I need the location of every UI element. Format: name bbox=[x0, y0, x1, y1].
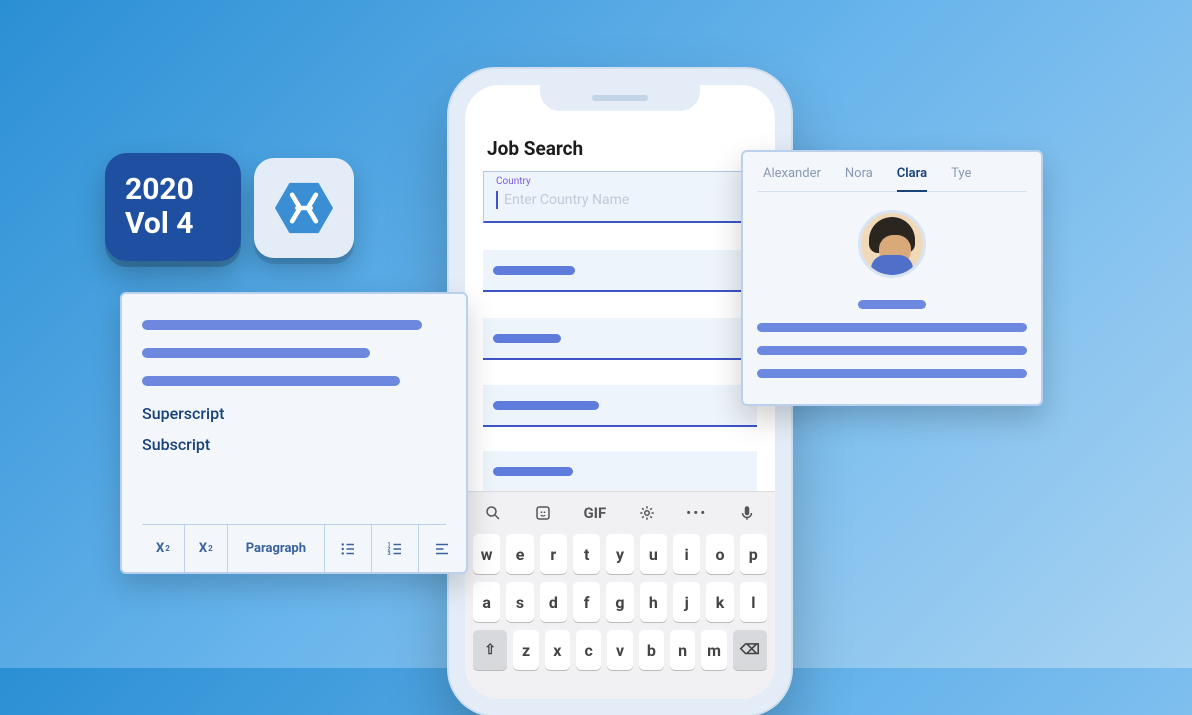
key-f[interactable]: f bbox=[573, 582, 600, 622]
editor-item-superscript[interactable]: Superscript bbox=[142, 404, 446, 423]
key-d[interactable]: d bbox=[540, 582, 567, 622]
badge-year: 2020 bbox=[125, 173, 241, 208]
placeholder-line bbox=[757, 346, 1027, 355]
placeholder-line bbox=[757, 369, 1027, 378]
mic-icon[interactable] bbox=[737, 504, 757, 522]
country-placeholder: Enter Country Name bbox=[496, 191, 748, 209]
key-u[interactable]: u bbox=[640, 534, 667, 574]
superscript-button[interactable]: X2 bbox=[185, 525, 228, 572]
bullet-list-icon[interactable] bbox=[325, 525, 372, 572]
tab-clara[interactable]: Clara bbox=[897, 166, 927, 192]
key-b[interactable]: b bbox=[639, 630, 664, 670]
phone-screen: Job Search Country Enter Country Name GI… bbox=[465, 85, 775, 699]
placeholder-line bbox=[142, 376, 400, 386]
key-w[interactable]: w bbox=[473, 534, 500, 574]
xamarin-icon bbox=[271, 175, 337, 241]
key-r[interactable]: r bbox=[540, 534, 567, 574]
editor-item-subscript[interactable]: Subscript bbox=[142, 435, 446, 454]
tab-nora[interactable]: Nora bbox=[845, 166, 873, 181]
key-n[interactable]: n bbox=[670, 630, 695, 670]
phone-notch bbox=[540, 85, 700, 111]
tabs-card: Alexander Nora Clara Tye bbox=[741, 150, 1043, 406]
key-s[interactable]: s bbox=[506, 582, 533, 622]
editor-card: Superscript Subscript X2 X2 Paragraph 12… bbox=[120, 292, 468, 574]
tab-tye[interactable]: Tye bbox=[951, 166, 971, 181]
key-i[interactable]: i bbox=[673, 534, 700, 574]
align-left-icon[interactable] bbox=[419, 525, 465, 572]
tab-bar: Alexander Nora Clara Tye bbox=[757, 160, 1027, 192]
phone-frame: Job Search Country Enter Country Name GI… bbox=[449, 69, 791, 715]
key-l[interactable]: l bbox=[740, 582, 767, 622]
key-k[interactable]: k bbox=[706, 582, 733, 622]
keyboard-toolbar: GIF ••• bbox=[465, 492, 775, 534]
xamarin-icon-tile bbox=[254, 158, 354, 258]
placeholder-line bbox=[757, 323, 1027, 332]
key-o[interactable]: o bbox=[706, 534, 733, 574]
key-m[interactable]: m bbox=[701, 630, 726, 670]
key-t[interactable]: t bbox=[573, 534, 600, 574]
shift-key[interactable]: ⇧ bbox=[473, 630, 507, 670]
form-row[interactable] bbox=[483, 318, 757, 360]
country-label: Country bbox=[496, 176, 748, 187]
numbered-list-icon[interactable]: 123 bbox=[372, 525, 419, 572]
paragraph-button[interactable]: Paragraph bbox=[228, 525, 325, 572]
gif-button[interactable]: GIF bbox=[583, 504, 606, 522]
key-g[interactable]: g bbox=[606, 582, 633, 622]
placeholder-line bbox=[142, 320, 422, 330]
sticker-icon[interactable] bbox=[533, 504, 553, 522]
key-h[interactable]: h bbox=[640, 582, 667, 622]
more-icon[interactable]: ••• bbox=[687, 504, 707, 522]
avatar bbox=[858, 210, 926, 278]
editor-toolbar: X2 X2 Paragraph 123 bbox=[142, 524, 446, 572]
svg-text:3: 3 bbox=[388, 551, 391, 557]
subscript-button[interactable]: X2 bbox=[142, 525, 185, 572]
form-row[interactable] bbox=[483, 385, 757, 427]
badge-volume: Vol 4 bbox=[125, 207, 241, 242]
key-a[interactable]: a bbox=[473, 582, 500, 622]
tab-alexander[interactable]: Alexander bbox=[763, 166, 821, 181]
form-row[interactable] bbox=[483, 250, 757, 292]
form-row[interactable] bbox=[483, 451, 757, 493]
key-j[interactable]: j bbox=[673, 582, 700, 622]
gear-icon[interactable] bbox=[637, 504, 657, 522]
key-z[interactable]: z bbox=[513, 630, 538, 670]
keyboard-row: ⇧zxcvbnm⌫ bbox=[465, 630, 775, 670]
app-title: Job Search bbox=[487, 137, 583, 160]
backspace-key[interactable]: ⌫ bbox=[733, 630, 767, 670]
search-icon[interactable] bbox=[483, 504, 503, 522]
placeholder-line bbox=[142, 348, 370, 358]
release-badge: 2020 Vol 4 bbox=[105, 153, 241, 261]
key-p[interactable]: p bbox=[740, 534, 767, 574]
keyboard-row: asdfghjkl bbox=[465, 582, 775, 622]
country-input[interactable]: Country Enter Country Name bbox=[483, 171, 757, 223]
placeholder-line bbox=[858, 300, 926, 309]
key-c[interactable]: c bbox=[576, 630, 601, 670]
keyboard-row: wertyuiop bbox=[465, 534, 775, 574]
key-x[interactable]: x bbox=[545, 630, 570, 670]
key-v[interactable]: v bbox=[607, 630, 632, 670]
key-y[interactable]: y bbox=[606, 534, 633, 574]
key-e[interactable]: e bbox=[506, 534, 533, 574]
